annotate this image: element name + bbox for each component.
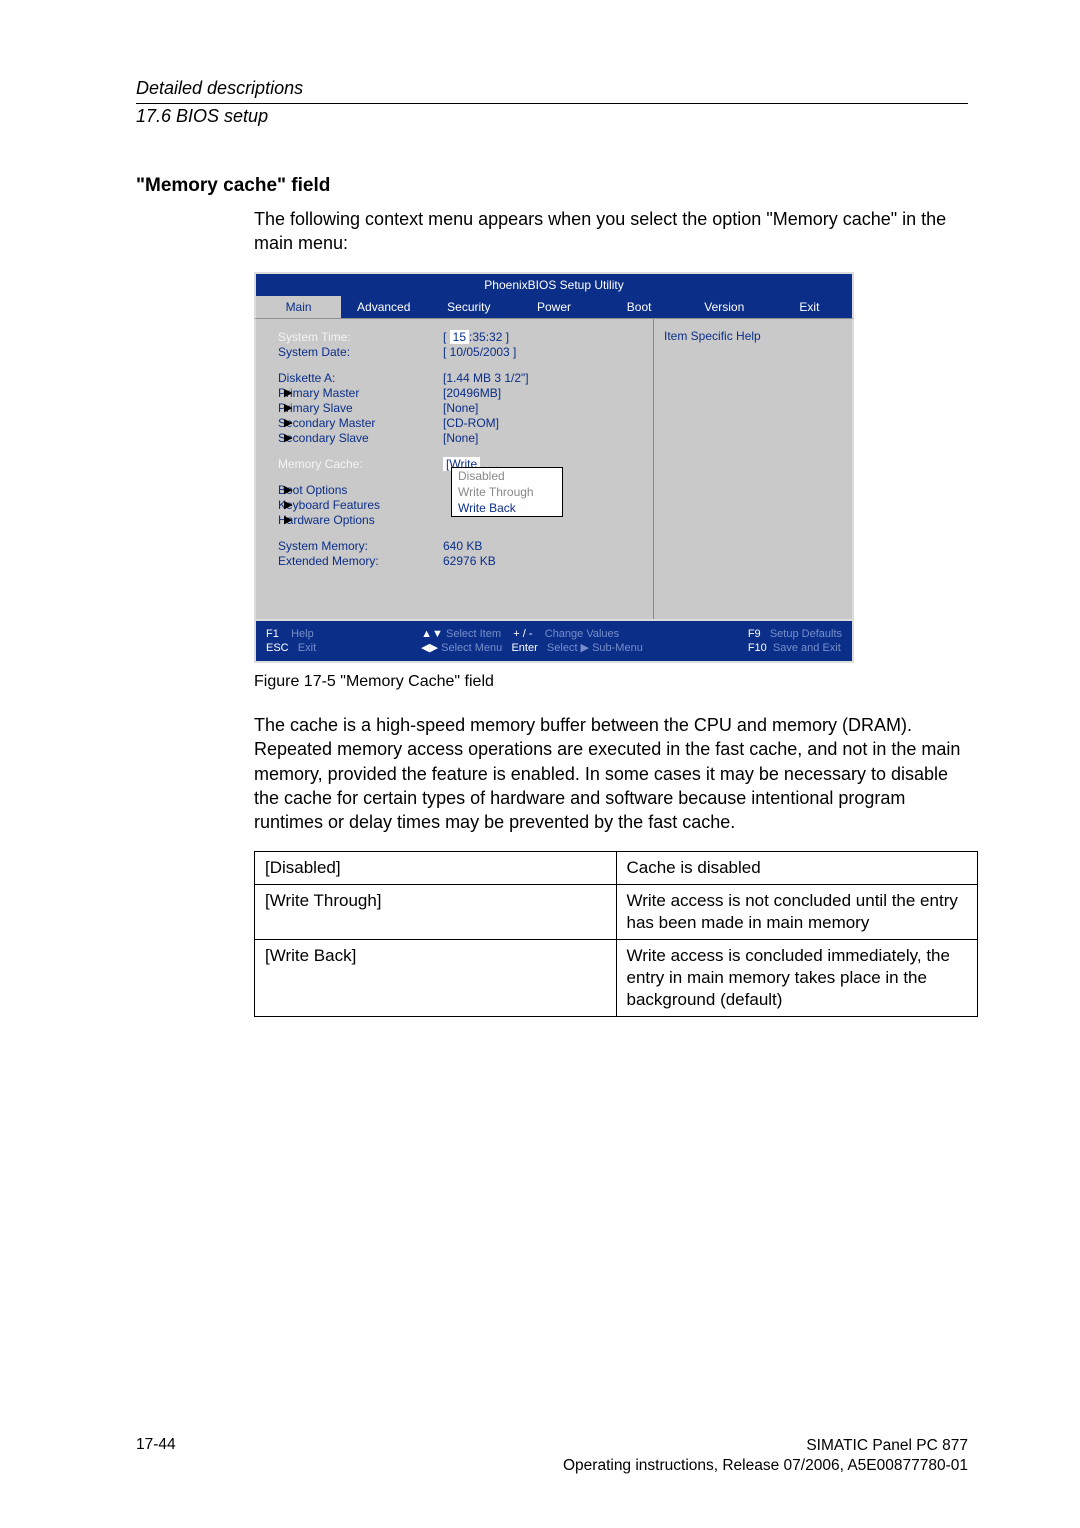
bios-value: 62976 KB (443, 554, 496, 568)
bios-footer: F1 Help ESC Exit ▲▼ Select Item + / - Ch… (254, 621, 854, 664)
submenu-arrow-icon: ▶ (284, 416, 292, 429)
bios-tab-advanced[interactable]: Advanced (341, 296, 426, 318)
table-row: [Write Through] Write access is not conc… (255, 884, 978, 939)
bios-label: Secondary Master (278, 416, 443, 430)
footer-text: SIMATIC Panel PC 877 Operating instructi… (563, 1436, 968, 1476)
page-header: Detailed descriptions 17.6 BIOS setup (136, 78, 968, 127)
bios-footer-mid: ▲▼ Select Item + / - Change Values ◀▶ Se… (421, 627, 643, 656)
submenu-arrow-icon: ▶ (284, 498, 292, 511)
bios-label: Secondary Slave (278, 431, 443, 445)
bios-tab-power[interactable]: Power (511, 296, 596, 318)
cache-options-table: [Disabled] Cache is disabled [Write Thro… (254, 851, 978, 1018)
bios-value: [None] (443, 401, 478, 415)
bios-row-secondary-master[interactable]: ▶ Secondary Master [CD-ROM] (278, 416, 643, 430)
submenu-arrow-icon: ▶ (284, 401, 292, 414)
bios-tab-version[interactable]: Version (682, 296, 767, 318)
bios-label: Memory Cache: (278, 457, 443, 471)
submenu-arrow-icon: ▶ (284, 513, 292, 526)
bios-label: System Memory: (278, 539, 443, 553)
bios-value: [None] (443, 431, 478, 445)
bios-tab-security[interactable]: Security (426, 296, 511, 318)
bios-time-hh[interactable]: 15 (450, 330, 469, 344)
bios-help-title: Item Specific Help (664, 329, 842, 343)
header-section: Detailed descriptions (136, 78, 968, 99)
bios-row-system-memory: System Memory: 640 KB (278, 539, 643, 553)
bios-label: Keyboard Features (278, 498, 443, 512)
table-row: [Disabled] Cache is disabled (255, 851, 978, 884)
bios-label: Primary Slave (278, 401, 443, 415)
bios-window-title: PhoenixBIOS Setup Utility (254, 272, 854, 296)
bios-label: Diskette A: (278, 371, 443, 385)
figure-caption: Figure 17-5 "Memory Cache" field (254, 673, 968, 691)
section-title: "Memory cache" field (136, 175, 968, 197)
bios-value: [1.44 MB 3 1/2"] (443, 371, 529, 385)
submenu-arrow-icon: ▶ (284, 386, 292, 399)
cache-option-disabled[interactable]: Disabled (452, 468, 562, 484)
header-subsection: 17.6 BIOS setup (136, 106, 968, 127)
bios-value: [ 10/05/2003 ] (443, 345, 516, 359)
page-number: 17-44 (136, 1436, 176, 1454)
bios-footer-left: F1 Help ESC Exit (266, 627, 316, 656)
bios-label: Boot Options (278, 483, 443, 497)
table-cell-key: [Write Back] (255, 939, 617, 1016)
bios-main-panel: System Time: [ 15:35:32 ] System Date: [… (256, 319, 653, 619)
bios-tabs: Main Advanced Security Power Boot Versio… (254, 296, 854, 318)
bios-footer-right: F9 Setup Defaults F10 Save and Exit (748, 627, 842, 656)
cache-option-write-back[interactable]: Write Back (452, 500, 562, 516)
table-cell-val: Write access is concluded immediately, t… (616, 939, 978, 1016)
bios-row-primary-slave[interactable]: ▶ Primary Slave [None] (278, 401, 643, 415)
table-cell-val: Cache is disabled (616, 851, 978, 884)
bios-row-system-time: System Time: [ 15:35:32 ] (278, 330, 643, 344)
bios-row-extended-memory: Extended Memory: 62976 KB (278, 554, 643, 568)
bios-tab-exit[interactable]: Exit (767, 296, 852, 318)
bios-value: [ 15:35:32 ] (443, 330, 509, 344)
bios-label: Primary Master (278, 386, 443, 400)
submenu-arrow-icon: ▶ (284, 483, 292, 496)
bios-help-panel: Item Specific Help (653, 319, 852, 619)
table-row: [Write Back] Write access is concluded i… (255, 939, 978, 1016)
intro-paragraph: The following context menu appears when … (254, 207, 968, 256)
bios-value: [CD-ROM] (443, 416, 499, 430)
bios-tab-boot[interactable]: Boot (597, 296, 682, 318)
bios-row-secondary-slave[interactable]: ▶ Secondary Slave [None] (278, 431, 643, 445)
bios-tab-main[interactable]: Main (256, 296, 341, 318)
submenu-arrow-icon: ▶ (284, 431, 292, 444)
bios-value: 640 KB (443, 539, 482, 553)
page-footer: 17-44 SIMATIC Panel PC 877 Operating ins… (136, 1436, 968, 1476)
bios-label: Hardware Options (278, 513, 443, 527)
bios-value: [20496MB] (443, 386, 501, 400)
bios-label: System Time: (278, 330, 443, 344)
bios-row-diskette: Diskette A: [1.44 MB 3 1/2"] (278, 371, 643, 385)
table-cell-key: [Disabled] (255, 851, 617, 884)
table-cell-key: [Write Through] (255, 884, 617, 939)
bios-screenshot: PhoenixBIOS Setup Utility Main Advanced … (254, 272, 968, 664)
header-rule (136, 103, 968, 104)
bios-label: System Date: (278, 345, 443, 359)
cache-option-write-through[interactable]: Write Through (452, 484, 562, 500)
memory-cache-context-menu: Disabled Write Through Write Back (451, 467, 563, 517)
bios-label: Extended Memory: (278, 554, 443, 568)
table-cell-val: Write access is not concluded until the … (616, 884, 978, 939)
bios-row-primary-master[interactable]: ▶ Primary Master [20496MB] (278, 386, 643, 400)
bios-row-system-date: System Date: [ 10/05/2003 ] (278, 345, 643, 359)
body-paragraph: The cache is a high-speed memory buffer … (254, 713, 968, 834)
